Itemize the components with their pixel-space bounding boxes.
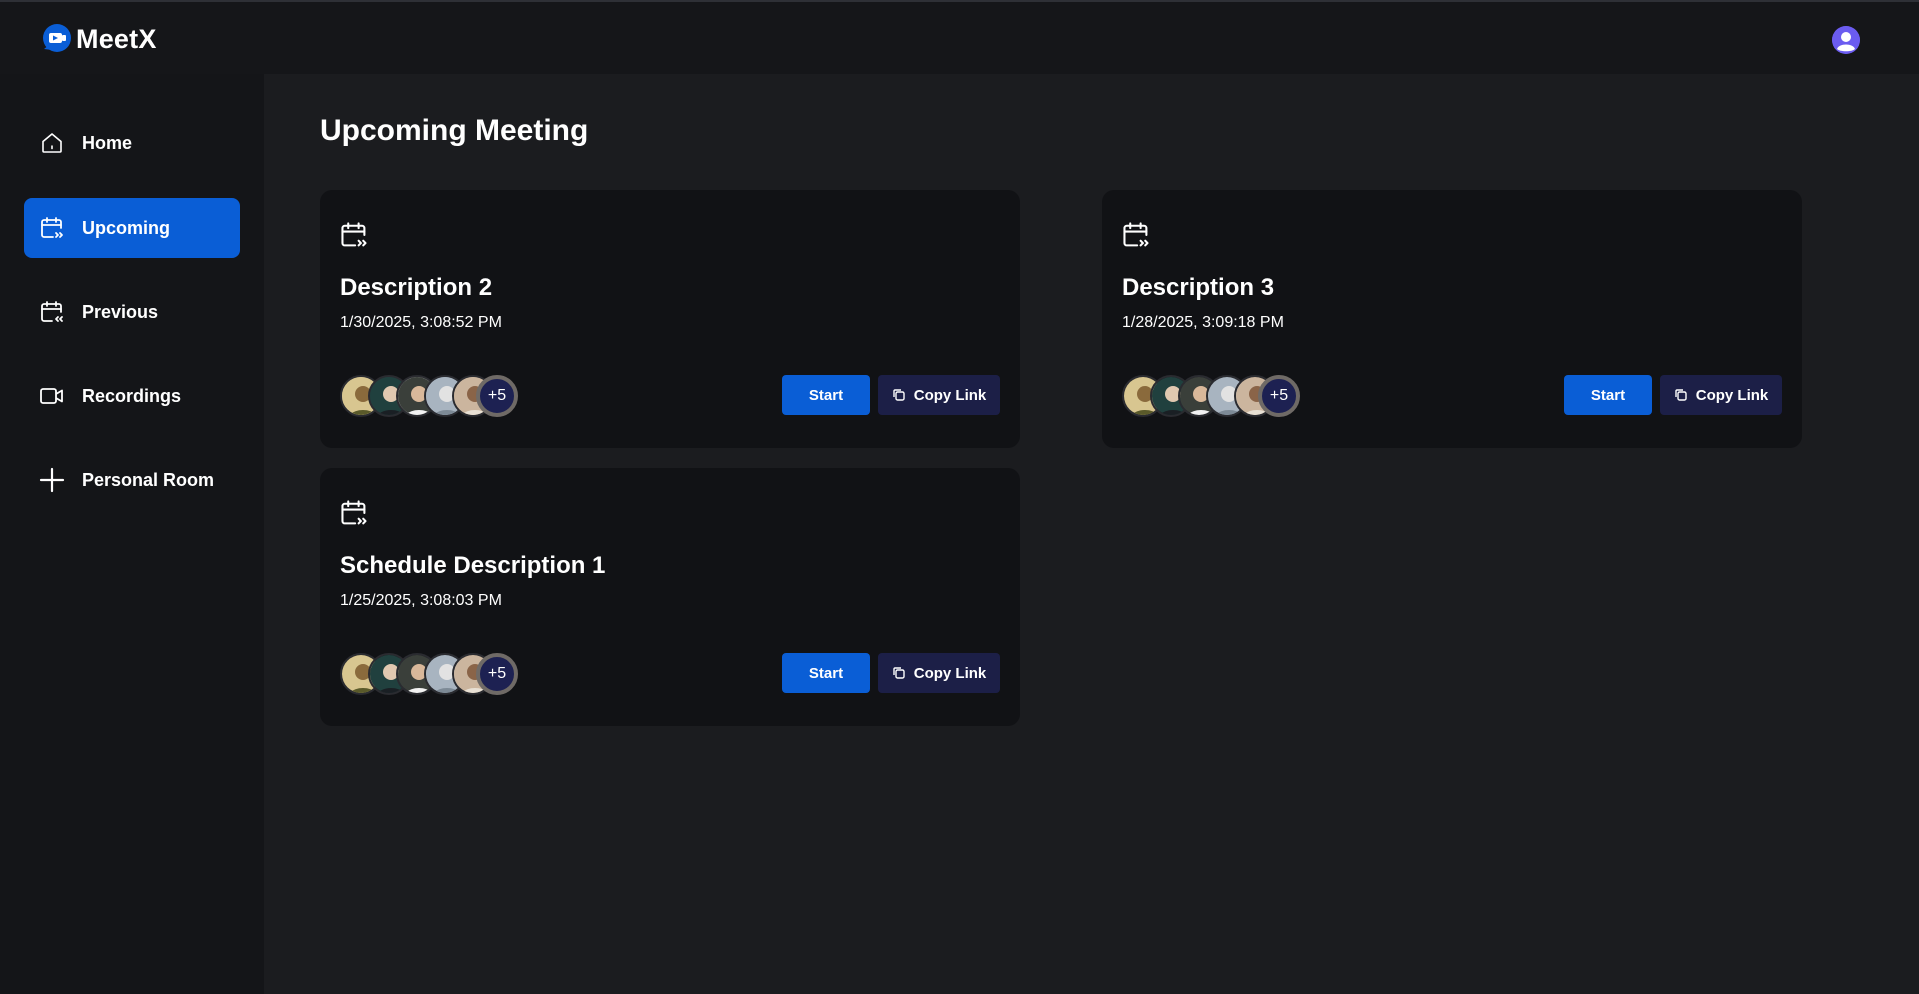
home-icon [38, 129, 66, 157]
calendar-previous-icon [38, 298, 66, 326]
attendee-avatars: +5 [340, 653, 540, 695]
copy-link-button[interactable]: Copy Link [878, 653, 1000, 693]
sidebar-item-label: Home [82, 132, 133, 153]
calendar-upcoming-icon [38, 214, 66, 242]
top-bar: MeetX [0, 0, 1919, 74]
copy-icon [1675, 389, 1687, 401]
video-icon [38, 382, 66, 410]
calendar-upcoming-icon [339, 498, 369, 528]
more-attendees-badge: +5 [476, 653, 518, 695]
copy-link-button[interactable]: Copy Link [878, 375, 1000, 415]
meeting-card: Schedule Description 1 1/25/2025, 3:08:0… [320, 468, 1020, 726]
copy-icon [893, 667, 905, 679]
copy-link-label: Copy Link [913, 664, 987, 682]
copy-link-button[interactable]: Copy Link [1660, 375, 1782, 415]
copy-link-label: Copy Link [913, 386, 987, 404]
calendar-upcoming-icon [1121, 220, 1151, 250]
meeting-date: 1/30/2025, 3:08:52 PM [340, 314, 502, 331]
calendar-upcoming-icon [339, 220, 369, 250]
more-attendees-badge: +5 [476, 375, 518, 417]
sidebar-item-recordings[interactable]: Recordings [24, 366, 240, 426]
sidebar-item-label: Recordings [82, 385, 182, 406]
sidebar-item-previous[interactable]: Previous [24, 282, 240, 342]
sidebar-item-label: Previous [82, 301, 159, 322]
attendee-avatars: +5 [1122, 375, 1322, 417]
copy-link-label: Copy Link [1695, 386, 1769, 404]
plus-icon [38, 466, 66, 494]
sidebar-item-label: Personal Room [82, 469, 215, 490]
sidebar-item-home[interactable]: Home [24, 113, 240, 173]
main-content: Upcoming Meeting Description 2 1/30/2025… [264, 74, 1919, 994]
meeting-title: Description 3 [1122, 274, 1275, 301]
meetx-logo-icon [40, 23, 72, 55]
page-title: Upcoming Meeting [320, 114, 589, 147]
sidebar-item-upcoming[interactable]: Upcoming [24, 198, 240, 258]
app-name: MeetX [76, 23, 157, 54]
start-button[interactable]: Start [782, 653, 870, 693]
meeting-title: Description 2 [340, 274, 493, 301]
sidebar-item-personal-room[interactable]: Personal Room [24, 450, 240, 510]
start-button[interactable]: Start [782, 375, 870, 415]
meeting-date: 1/25/2025, 3:08:03 PM [340, 592, 502, 609]
more-attendees-badge: +5 [1258, 375, 1300, 417]
meeting-date: 1/28/2025, 3:09:18 PM [1122, 314, 1284, 331]
meeting-card: Description 2 1/30/2025, 3:08:52 PM +5 S… [320, 190, 1020, 448]
user-avatar-icon[interactable] [1832, 26, 1860, 54]
copy-icon [893, 389, 905, 401]
meeting-card: Description 3 1/28/2025, 3:09:18 PM +5 S… [1102, 190, 1802, 448]
sidebar-item-label: Upcoming [82, 217, 170, 238]
sidebar: Home Upcoming Previous Recordings Person… [0, 74, 264, 994]
app-logo[interactable]: MeetX [40, 22, 157, 56]
meeting-title: Schedule Description 1 [340, 552, 606, 579]
attendee-avatars: +5 [340, 375, 540, 417]
start-button[interactable]: Start [1564, 375, 1652, 415]
